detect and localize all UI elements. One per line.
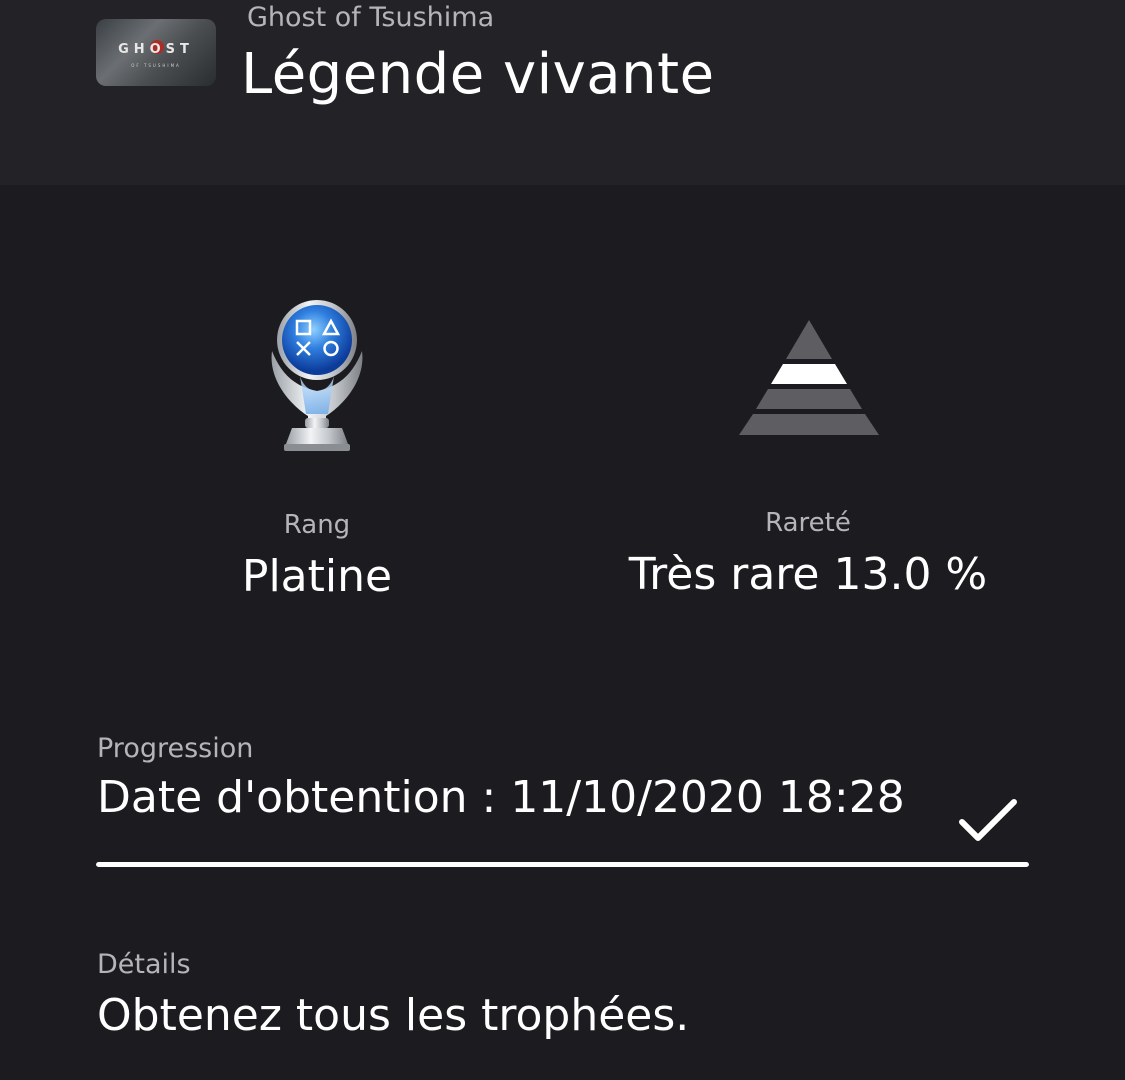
- header: GHOST OF TSUSHIMA Ghost of Tsushima Lége…: [0, 0, 1125, 185]
- trophy-title: Légende vivante: [241, 42, 715, 107]
- platinum-trophy-icon: [271, 300, 363, 451]
- rank-value: Platine: [241, 551, 393, 602]
- rarity-level-1: [786, 320, 832, 359]
- progress-bar: [96, 862, 1029, 867]
- details-label: Détails: [97, 949, 191, 980]
- progress-bar-fill: [96, 862, 1029, 867]
- game-name: Ghost of Tsushima: [247, 2, 495, 33]
- game-thumbnail[interactable]: GHOST OF TSUSHIMA: [96, 19, 216, 86]
- checkmark-icon: [959, 799, 1017, 841]
- progress-label: Progression: [97, 733, 254, 764]
- rank-label: Rang: [283, 510, 351, 540]
- game-logo-text: GHOST: [118, 42, 194, 57]
- rarity-pyramid-icon: [739, 320, 879, 435]
- details-text: Obtenez tous les trophées.: [97, 990, 690, 1041]
- game-logo-subtext: OF TSUSHIMA: [131, 63, 181, 68]
- rarity-value: Très rare 13.0 %: [628, 549, 988, 600]
- rarity-level-3: [756, 389, 862, 409]
- earned-date: Date d'obtention : 11/10/2020 18:28: [97, 772, 905, 823]
- rarity-level-4: [739, 414, 879, 435]
- rarity-label: Rareté: [765, 508, 851, 538]
- rarity-level-2: [771, 364, 847, 384]
